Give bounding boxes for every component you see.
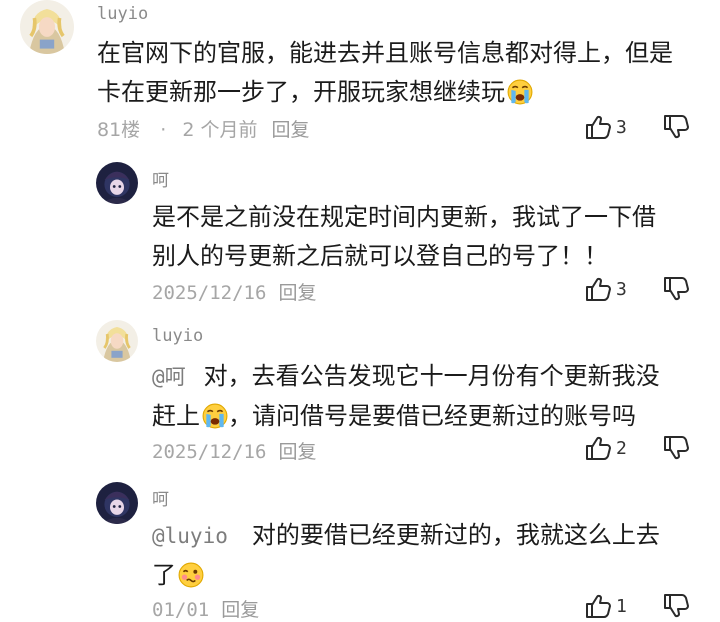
- reply-button[interactable]: 回复: [278, 441, 316, 463]
- like-button[interactable]: 1: [584, 592, 627, 620]
- floor-number: 81楼: [97, 119, 141, 141]
- comment-date: 01/01: [152, 599, 210, 621]
- loudly-crying-face-icon: [202, 402, 228, 441]
- thumbs-down-icon: [662, 275, 690, 303]
- comment-line: @呵 对，去看公告发现它十一月份有个更新我没: [152, 357, 660, 397]
- thumbs-up-icon: [584, 275, 612, 303]
- comment-line-text: 对，去看公告发现它十一月份有个更新我没: [203, 362, 660, 390]
- comment-meta: 2025/12/16 回复: [152, 278, 316, 305]
- comment-line: @luyio 对的要借已经更新过的，我就这么上去: [152, 516, 660, 556]
- avatar[interactable]: [96, 482, 138, 524]
- comment-meta: 2025/12/16 回复: [152, 437, 316, 464]
- comment-line-text: 对的要借已经更新过的，我就这么上去: [251, 521, 660, 549]
- comment-text: 是不是之前没在规定时间内更新，我试了一下借 别人的号更新之后就可以登自己的号了！…: [152, 198, 656, 276]
- like-button[interactable]: 3: [584, 275, 627, 303]
- thumbs-down-icon: [662, 113, 690, 141]
- comment-text: @呵 对，去看公告发现它十一月份有个更新我没 赶上 ，请问借号是要借已经更新过的账号…: [152, 357, 660, 441]
- like-count: 2: [616, 437, 627, 459]
- username[interactable]: 呵: [152, 485, 169, 510]
- comment-line: 是不是之前没在规定时间内更新，我试了一下借: [152, 203, 656, 231]
- thumbs-up-icon: [584, 592, 612, 620]
- mention-link[interactable]: @luyio: [152, 524, 228, 548]
- username[interactable]: 呵: [152, 166, 169, 191]
- dislike-button[interactable]: [662, 434, 690, 462]
- mention-link[interactable]: @呵: [152, 365, 186, 389]
- avatar[interactable]: [20, 0, 74, 54]
- thumbs-up-icon: [584, 113, 612, 141]
- thumbs-up-icon: [584, 434, 612, 462]
- reply-button[interactable]: 回复: [272, 119, 310, 141]
- comment-meta: 01/01 回复: [152, 595, 259, 622]
- comment-meta: 81楼 · 2 个月前 回复: [97, 115, 310, 142]
- dislike-button[interactable]: [662, 113, 690, 141]
- comment-line: 在官网下的官服，能进去并且账号信息都对得上，但是: [97, 39, 673, 67]
- dislike-button[interactable]: [662, 592, 690, 620]
- avatar[interactable]: [96, 320, 138, 362]
- comment-line-text: ，请问借号是要借已经更新过的账号吗: [228, 402, 636, 430]
- meta-separator: ·: [160, 119, 167, 141]
- comment-date: 2025/12/16: [152, 282, 267, 304]
- thumbs-down-icon: [662, 434, 690, 462]
- username[interactable]: luyio: [152, 326, 203, 346]
- comment-line: 别人的号更新之后就可以登自己的号了！！: [152, 242, 608, 270]
- comment-line-text: 了: [152, 561, 176, 589]
- like-count: 3: [616, 278, 627, 300]
- comment-text: @luyio 对的要借已经更新过的，我就这么上去 了: [152, 516, 660, 600]
- thumbs-down-icon: [662, 592, 690, 620]
- like-count: 3: [616, 116, 627, 138]
- username[interactable]: luyio: [97, 4, 148, 24]
- reply-button[interactable]: 回复: [221, 599, 259, 621]
- like-button[interactable]: 2: [584, 434, 627, 462]
- loudly-crying-face-icon: [507, 78, 533, 117]
- avatar[interactable]: [96, 162, 138, 204]
- comment-date: 2025/12/16: [152, 441, 267, 463]
- comment-line-text: 赶上: [152, 402, 200, 430]
- dislike-button[interactable]: [662, 275, 690, 303]
- like-count: 1: [616, 595, 627, 617]
- relative-time: 2 个月前: [182, 119, 258, 141]
- like-button[interactable]: 3: [584, 113, 627, 141]
- comment-text: 在官网下的官服，能进去并且账号信息都对得上，但是 卡在更新那一步了，开服玩家想继…: [97, 34, 673, 117]
- comment-line-text: 卡在更新那一步了，开服玩家想继续玩: [97, 78, 505, 106]
- reply-button[interactable]: 回复: [278, 282, 316, 304]
- comment-line: 卡在更新那一步了，开服玩家想继续玩: [97, 73, 673, 117]
